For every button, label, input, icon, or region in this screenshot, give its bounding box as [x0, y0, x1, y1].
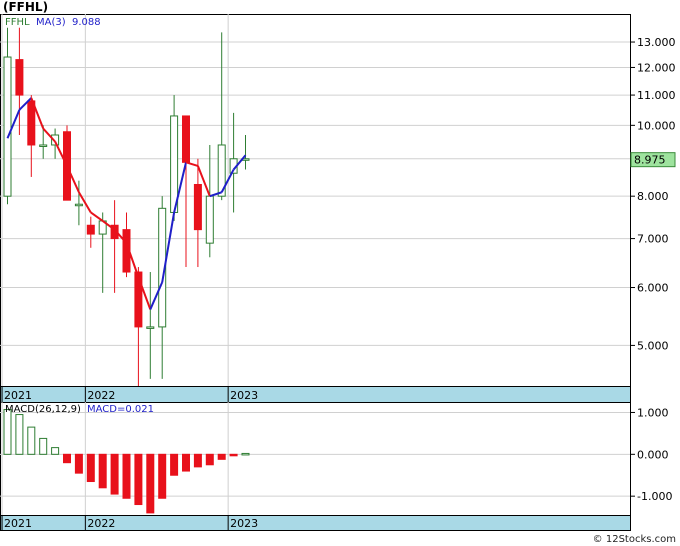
macd-bar	[39, 437, 48, 455]
macd-bar	[51, 447, 60, 455]
ticker-legend: FFHL	[5, 17, 30, 28]
macd-panel-frame	[0, 402, 631, 516]
macd-x-axis-year-label: 2021	[4, 517, 32, 530]
macd-bar	[170, 453, 179, 476]
macd-legend: MACD(26,12,9)	[5, 404, 81, 415]
credit-text: © 12Stocks.com	[592, 534, 676, 545]
candle-body	[193, 183, 202, 231]
price-tick-label: 11.000	[637, 89, 676, 102]
macd-bar	[122, 453, 131, 499]
macd-bar	[193, 453, 202, 468]
macd-x-axis-year-label: 2023	[230, 517, 258, 530]
macd-bar	[74, 453, 83, 474]
candle-body	[182, 115, 190, 163]
macd-bar	[27, 426, 36, 455]
ma-value-legend: 9.088	[72, 17, 101, 28]
macd-bar	[205, 453, 214, 466]
candle-body	[3, 56, 12, 197]
macd-bar	[134, 453, 143, 506]
candle-body	[27, 100, 36, 146]
macd-x-axis-year-label: 2022	[87, 517, 115, 530]
x-axis-year-label: 2023	[230, 389, 258, 402]
macd-bar	[229, 453, 238, 457]
price-panel-frame	[0, 14, 631, 387]
macd-tick-label: 0.000	[637, 448, 669, 461]
macd-bar	[3, 409, 12, 455]
macd-bar	[63, 453, 71, 464]
macd-bar	[217, 453, 226, 460]
candle-body	[205, 195, 214, 244]
x-axis-year-label: 2021	[4, 389, 32, 402]
candle-body	[86, 224, 95, 235]
stock-chart: 13.00012.00011.00010.0009.0008.0007.0006…	[0, 14, 676, 531]
macd-bar	[241, 452, 250, 456]
price-tick-label: 5.000	[637, 339, 669, 352]
candle-body	[74, 203, 83, 207]
ma-legend: MA(3)	[36, 17, 66, 28]
macd-bar	[15, 414, 24, 455]
macd-value-legend: MACD=0.021	[87, 404, 154, 415]
macd-bar	[158, 453, 167, 499]
macd-tick-label: 1.000	[637, 406, 669, 419]
macd-bar	[110, 453, 119, 495]
macd-tick-label: -1.000	[637, 490, 672, 503]
price-tick-label: 12.000	[637, 61, 676, 74]
candle-body	[15, 59, 24, 96]
candle-body	[134, 271, 143, 328]
price-tick-label: 10.000	[637, 119, 676, 132]
candle-body	[146, 326, 155, 329]
price-tick-label: 7.000	[637, 233, 669, 246]
price-tick-label: 6.000	[637, 282, 669, 295]
macd-bar	[182, 453, 190, 472]
macd-bar	[98, 453, 107, 489]
macd-bar	[86, 453, 95, 483]
x-axis-year-label: 2022	[87, 389, 115, 402]
price-tick-label: 13.000	[637, 36, 676, 49]
candle-body	[39, 144, 48, 147]
last-price-label: 8.975	[634, 154, 666, 167]
price-tick-label: 8.000	[637, 190, 669, 203]
macd-bar	[146, 453, 155, 514]
